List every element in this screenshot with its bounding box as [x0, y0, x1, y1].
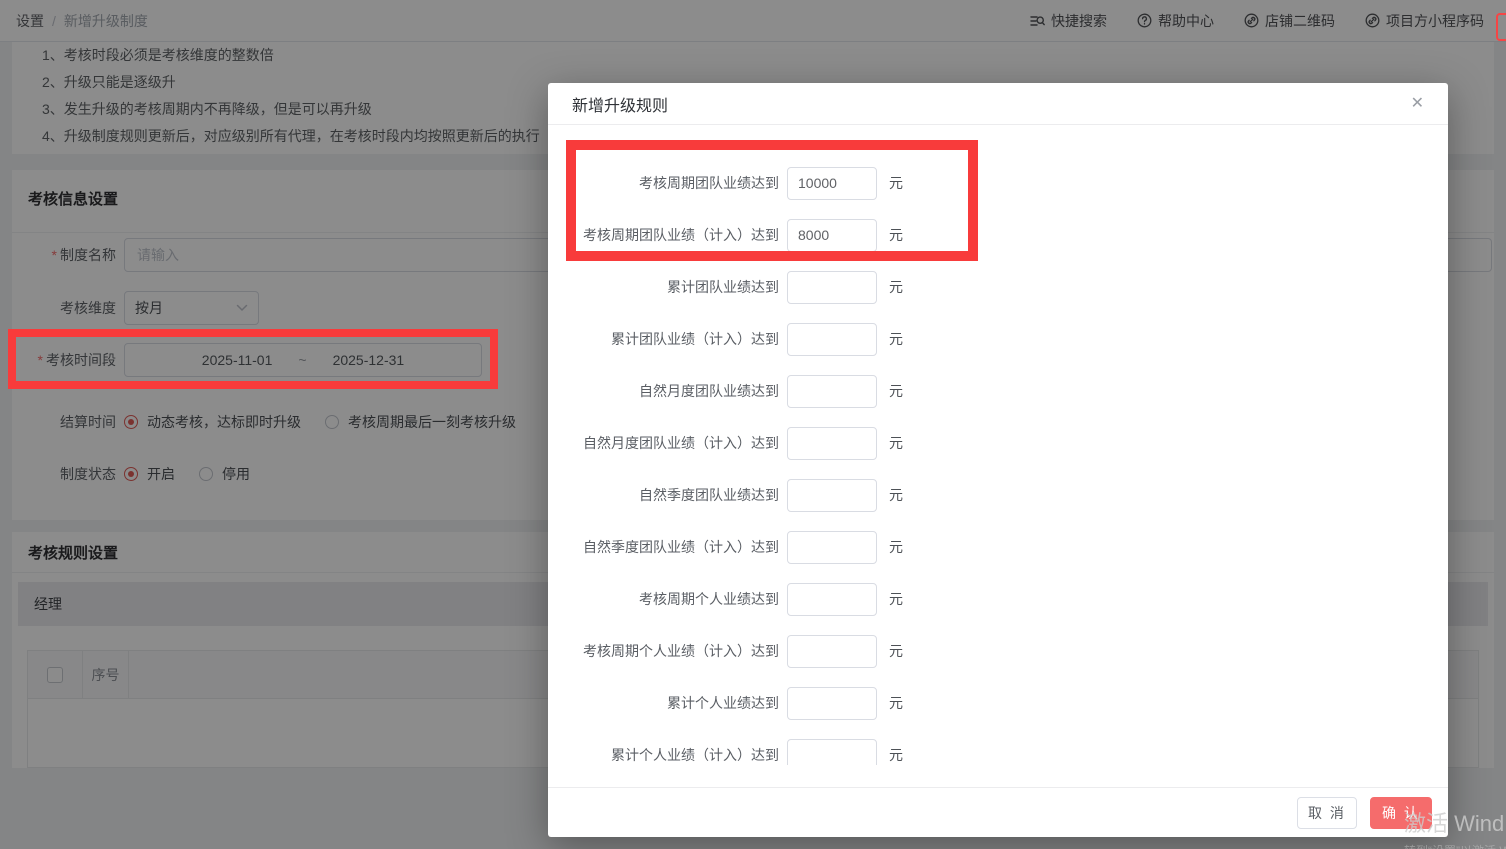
modal-body: 考核周期团队业绩达到 元 考核周期团队业绩（计入）达到 元 累计团队业绩达到 元…: [548, 125, 1448, 765]
rule-threshold-row: 自然月度团队业绩达到 元: [548, 365, 1448, 417]
currency-unit-label: 元: [889, 747, 903, 763]
rule-threshold-input[interactable]: [787, 426, 877, 460]
close-icon[interactable]: ✕: [1411, 94, 1424, 114]
currency-unit-label: 元: [889, 175, 903, 191]
currency-unit-label: 元: [889, 331, 903, 347]
rule-threshold-input[interactable]: [787, 686, 877, 720]
rule-threshold-input[interactable]: [787, 166, 877, 200]
rule-threshold-row: 累计个人业绩达到 元: [548, 677, 1448, 729]
add-upgrade-rule-modal: 新增升级规则 ✕ 考核周期团队业绩达到 元 考核周期团队业绩（计入）达到 元 累…: [548, 83, 1448, 837]
rule-threshold-input[interactable]: [787, 738, 877, 765]
currency-unit-label: 元: [889, 591, 903, 607]
rule-threshold-label: 累计个人业绩（计入）达到: [611, 747, 779, 763]
modal-title: 新增升级规则: [572, 97, 669, 115]
rule-threshold-row: 考核周期个人业绩（计入）达到 元: [548, 625, 1448, 677]
rule-threshold-input[interactable]: [787, 270, 877, 304]
rule-threshold-row: 自然季度团队业绩达到 元: [548, 469, 1448, 521]
rule-threshold-input[interactable]: [787, 582, 877, 616]
rule-threshold-row: 考核周期团队业绩达到 元: [548, 157, 1448, 209]
rule-threshold-row: 累计个人业绩（计入）达到 元: [548, 729, 1448, 765]
rule-threshold-label: 考核周期团队业绩（计入）达到: [583, 227, 779, 243]
rule-threshold-label: 累计团队业绩（计入）达到: [611, 331, 779, 347]
confirm-button[interactable]: 确 认: [1370, 796, 1432, 829]
rule-threshold-input[interactable]: [787, 530, 877, 564]
rule-threshold-label: 自然月度团队业绩（计入）达到: [583, 435, 779, 451]
currency-unit-label: 元: [889, 279, 903, 295]
rule-threshold-row: 自然月度团队业绩（计入）达到 元: [548, 417, 1448, 469]
rule-threshold-row: 自然季度团队业绩（计入）达到 元: [548, 521, 1448, 573]
rule-threshold-label: 累计团队业绩达到: [667, 279, 779, 295]
rule-threshold-input[interactable]: [787, 374, 877, 408]
rule-threshold-input[interactable]: [787, 218, 877, 252]
rule-threshold-label: 累计个人业绩达到: [667, 695, 779, 711]
currency-unit-label: 元: [889, 643, 903, 659]
rule-threshold-label: 自然月度团队业绩达到: [639, 383, 779, 399]
rule-threshold-row: 累计团队业绩达到 元: [548, 261, 1448, 313]
rule-threshold-row: 累计团队业绩（计入）达到 元: [548, 313, 1448, 365]
rule-threshold-label: 考核周期个人业绩达到: [639, 591, 779, 607]
currency-unit-label: 元: [889, 435, 903, 451]
rule-threshold-label: 考核周期团队业绩达到: [639, 175, 779, 191]
modal-header: 新增升级规则 ✕: [548, 83, 1448, 125]
currency-unit-label: 元: [889, 539, 903, 555]
rule-threshold-label: 自然季度团队业绩（计入）达到: [583, 539, 779, 555]
rule-threshold-label: 自然季度团队业绩达到: [639, 487, 779, 503]
modal-footer: 取 消 确 认: [548, 787, 1448, 837]
currency-unit-label: 元: [889, 383, 903, 399]
rule-threshold-row: 考核周期个人业绩达到 元: [548, 573, 1448, 625]
cancel-button[interactable]: 取 消: [1297, 796, 1357, 829]
rule-threshold-label: 考核周期个人业绩（计入）达到: [583, 643, 779, 659]
rule-threshold-input[interactable]: [787, 322, 877, 356]
currency-unit-label: 元: [889, 227, 903, 243]
rule-threshold-row: 考核周期团队业绩（计入）达到 元: [548, 209, 1448, 261]
currency-unit-label: 元: [889, 695, 903, 711]
currency-unit-label: 元: [889, 487, 903, 503]
rule-threshold-input[interactable]: [787, 634, 877, 668]
rule-threshold-input[interactable]: [787, 478, 877, 512]
